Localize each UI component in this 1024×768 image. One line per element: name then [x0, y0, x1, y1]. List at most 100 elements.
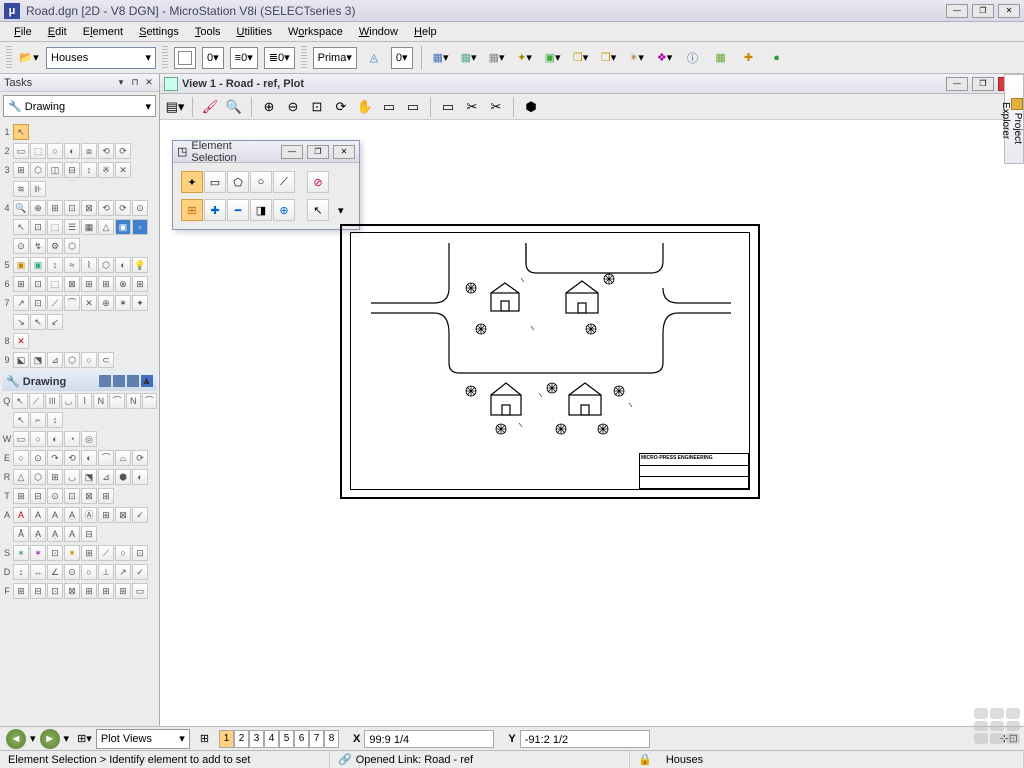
sel-mode-invert[interactable]: ◨ [250, 199, 272, 221]
layout-btn-1[interactable] [99, 375, 111, 387]
sel-disable-handles[interactable]: ⊘ [307, 171, 329, 193]
tool-9b[interactable]: ⬔ [30, 352, 46, 368]
menu-settings[interactable]: Settings [131, 24, 187, 40]
element-template-selector[interactable]: Prima▾ [313, 47, 357, 69]
tool-3g[interactable]: ✕ [115, 162, 131, 178]
tool-rd[interactable]: ◡ [64, 469, 80, 485]
clip-volume-button[interactable]: ✂ [461, 96, 483, 118]
tool-dc[interactable]: ∠ [47, 564, 63, 580]
tool-2f[interactable]: ⟲ [98, 143, 114, 159]
lock-icon[interactable]: 🔒 [638, 753, 652, 766]
tool-df[interactable]: ⟂ [98, 564, 114, 580]
tool-4o[interactable]: ▣ [115, 219, 131, 235]
view-next-button[interactable]: ▭ [402, 96, 424, 118]
cells-button[interactable]: ❖▾ [654, 47, 676, 69]
view-6-button[interactable]: 6 [294, 730, 309, 748]
tool-te[interactable]: ⊠ [81, 488, 97, 504]
display-style-button[interactable]: 🖌 [199, 96, 221, 118]
tool-wb[interactable]: ○ [30, 431, 46, 447]
tasks-root-selector[interactable]: 🔧 Drawing▾ [3, 95, 156, 117]
tool-4i[interactable]: ↖ [13, 219, 29, 235]
tool-4f[interactable]: ⟲ [98, 200, 114, 216]
tool-4e[interactable]: ⊠ [81, 200, 97, 216]
tool-7e[interactable]: ✕ [81, 295, 97, 311]
dialog-restore-button[interactable]: ❐ [307, 145, 329, 159]
tool-4s[interactable]: ⚙ [47, 238, 63, 254]
tool-5h[interactable]: 💡 [132, 257, 148, 273]
symbology-button[interactable]: ◬ [363, 47, 385, 69]
sel-extended-settings[interactable]: ↖ [307, 199, 329, 221]
tool-rc[interactable]: ⊞ [47, 469, 63, 485]
tool-tb[interactable]: ⊟ [30, 488, 46, 504]
tool-ah[interactable]: ✓ [132, 507, 148, 523]
tool-4a[interactable]: 🔍 [13, 200, 29, 216]
tool-3b[interactable]: ⬡ [30, 162, 46, 178]
tool-td[interactable]: ⊡ [64, 488, 80, 504]
tool-4h[interactable]: ⊙ [132, 200, 148, 216]
tool-4b[interactable]: ⊕ [30, 200, 46, 216]
tool-ec[interactable]: ↷ [47, 450, 63, 466]
tool-4m[interactable]: ▦ [81, 219, 97, 235]
view-7-button[interactable]: 7 [309, 730, 324, 748]
tool-4k[interactable]: ⬚ [47, 219, 63, 235]
tool-aa[interactable]: A [13, 507, 29, 523]
tasks-pin-button[interactable]: ▾ [115, 77, 127, 89]
tool-ee[interactable]: ◐ [81, 450, 97, 466]
tool-qh[interactable]: N [126, 393, 141, 409]
x-value[interactable]: 99:9 1/4 [364, 730, 494, 748]
tool-ai[interactable]: Å [13, 526, 29, 542]
tool-7h[interactable]: ✦ [132, 295, 148, 311]
rotate-view-button[interactable]: ⟳ [330, 96, 352, 118]
tool-6h[interactable]: ⊞ [132, 276, 148, 292]
project-explorer-tab[interactable]: Project Explorer [1004, 74, 1024, 164]
zoom-out-button[interactable]: ⊖ [282, 96, 304, 118]
view-minimize-button[interactable]: — [946, 77, 968, 91]
pan-view-button[interactable]: ✋ [354, 96, 376, 118]
tool-ql[interactable]: ↕ [47, 412, 63, 428]
render-view-button[interactable]: ⬢ [520, 96, 542, 118]
tool-5d[interactable]: ≈ [64, 257, 80, 273]
active-color-value[interactable]: 0 ▾ [202, 47, 224, 69]
tool-2e[interactable]: ⧈ [81, 143, 97, 159]
tool-ea[interactable]: ○ [13, 450, 29, 466]
status-level[interactable]: Houses [666, 754, 703, 766]
toolbar-grip-3[interactable] [301, 46, 307, 70]
view-4-button[interactable]: 4 [264, 730, 279, 748]
project-explorer-button[interactable]: ✚ [738, 47, 760, 69]
tasks-pin-icon[interactable]: ⊓ [129, 77, 141, 89]
sel-mode-new[interactable]: ⊞ [181, 199, 203, 221]
tool-ac[interactable]: A [47, 507, 63, 523]
manage-viewgroups-button[interactable]: ⊞ [200, 732, 209, 745]
tool-wd[interactable]: ◔ [64, 431, 80, 447]
sel-method-circle[interactable]: ○ [250, 171, 272, 193]
tool-5f[interactable]: ⬡ [98, 257, 114, 273]
tool-7c[interactable]: ⟋ [47, 295, 63, 311]
tool-rf[interactable]: ⊿ [98, 469, 114, 485]
element-info-button[interactable]: ✴▾ [626, 47, 648, 69]
tool-qb[interactable]: ⟋ [29, 393, 44, 409]
tool-qj[interactable]: ↖ [13, 412, 29, 428]
tool-ef[interactable]: ⌒ [98, 450, 114, 466]
sel-mode-add[interactable]: ✚ [204, 199, 226, 221]
sel-mode-all[interactable]: ⊕ [273, 199, 295, 221]
tool-rg[interactable]: ⬢ [115, 469, 131, 485]
tool-tf[interactable]: ⊞ [98, 488, 114, 504]
dialog-close-button[interactable]: ✕ [333, 145, 355, 159]
tool-sb[interactable]: ✶ [30, 545, 46, 561]
minimize-button[interactable]: — [946, 4, 968, 18]
dialog-minimize-button[interactable]: — [281, 145, 303, 159]
view-1-button[interactable]: 1 [219, 730, 234, 748]
tool-2a[interactable]: ▭ [13, 143, 29, 159]
view-2-button[interactable]: 2 [234, 730, 249, 748]
level-display-button[interactable]: ❒▾ [598, 47, 620, 69]
tool-sg[interactable]: ○ [115, 545, 131, 561]
menu-element[interactable]: Element [75, 24, 131, 40]
sel-mode-subtract[interactable]: ━ [227, 199, 249, 221]
tool-fb[interactable]: ⊟ [30, 583, 46, 599]
point-cloud-button[interactable]: ✦▾ [514, 47, 536, 69]
tool-tc[interactable]: ⊙ [47, 488, 63, 504]
layout-btn-3[interactable] [127, 375, 139, 387]
tool-ra[interactable]: △ [13, 469, 29, 485]
copy-view-button[interactable]: ▭ [437, 96, 459, 118]
tool-8a[interactable]: ✕ [13, 333, 29, 349]
